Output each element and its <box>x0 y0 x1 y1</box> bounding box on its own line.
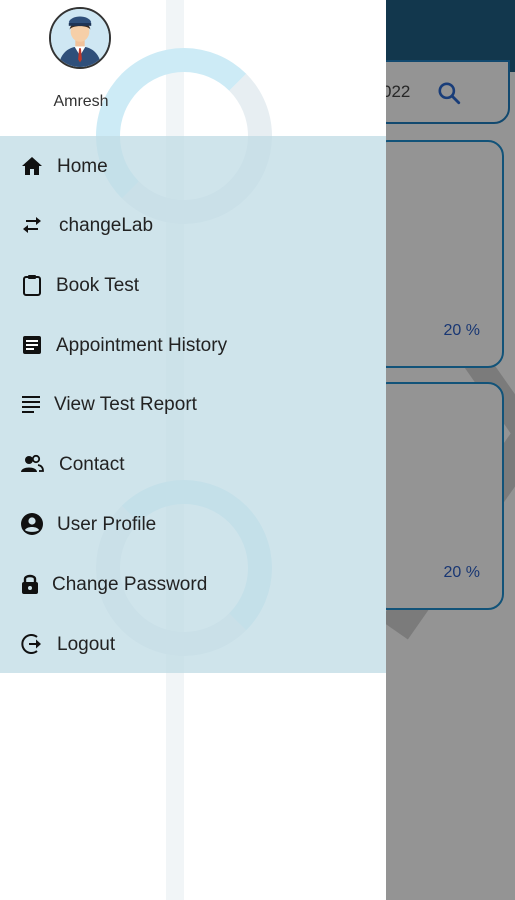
menu-item-label: Change Password <box>52 574 208 595</box>
menu-item-label: changeLab <box>59 215 154 236</box>
lines-icon <box>20 392 44 416</box>
menu-item-home[interactable]: Home <box>0 138 386 194</box>
menu-item-view-test-report[interactable]: View Test Report <box>0 376 386 432</box>
user-name: Amresh <box>53 93 109 110</box>
menu-item-label: Contact <box>59 454 125 475</box>
menu-item-label: Home <box>57 156 108 177</box>
home-icon <box>20 154 44 178</box>
menu-item-changelab[interactable]: changeLab <box>0 197 386 253</box>
drawer-profile-header: Amresh <box>0 0 386 136</box>
menu-item-user-profile[interactable]: User Profile <box>0 496 386 552</box>
navigation-drawer: Amresh Home changeLab Book Test Appointm… <box>0 0 386 900</box>
menu-item-contact[interactable]: Contact <box>0 436 386 492</box>
menu-item-logout[interactable]: Logout <box>0 616 386 672</box>
menu-item-book-test[interactable]: Book Test <box>0 257 386 313</box>
menu-item-change-password[interactable]: Change Password <box>0 556 386 612</box>
menu-item-appointment-history[interactable]: Appointment History <box>0 317 386 373</box>
user-avatar-icon <box>51 9 109 67</box>
document-list-icon <box>20 333 44 357</box>
menu-item-label: User Profile <box>57 514 157 535</box>
menu-item-label: Appointment History <box>56 335 228 356</box>
contacts-icon <box>20 452 44 476</box>
drawer-menu: Home changeLab Book Test Appointment His… <box>0 136 386 673</box>
lock-icon <box>18 572 42 596</box>
account-circle-icon <box>20 512 44 536</box>
clipboard-icon <box>20 273 44 297</box>
swap-icon <box>20 213 44 237</box>
avatar[interactable] <box>49 7 111 69</box>
menu-item-label: Book Test <box>56 275 140 296</box>
logout-icon <box>20 632 44 656</box>
menu-item-label: Logout <box>57 634 116 655</box>
menu-item-label: View Test Report <box>54 394 197 415</box>
